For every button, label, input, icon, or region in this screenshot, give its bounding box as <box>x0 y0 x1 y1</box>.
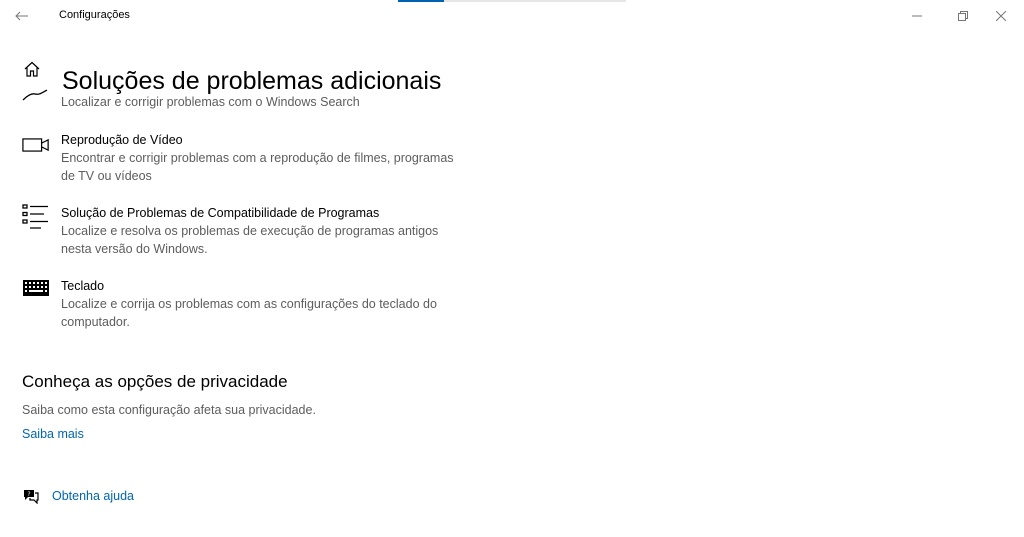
title-bar: Configurações <box>0 0 1024 32</box>
minimize-button[interactable] <box>894 0 940 32</box>
home-icon <box>24 61 40 77</box>
search-chart-icon <box>22 86 50 110</box>
troubleshooter-windows-search[interactable]: Localizar e corrigir problemas com o Win… <box>22 86 462 114</box>
item-description: Localizar e corrigir problemas com o Win… <box>61 95 360 109</box>
troubleshooter-keyboard[interactable]: Teclado Localize e corrija os problemas … <box>22 278 462 332</box>
video-camera-icon <box>22 137 50 161</box>
item-title: Teclado <box>61 279 105 293</box>
item-title: Reprodução de Vídeo <box>61 133 183 147</box>
loading-progress-fill <box>398 0 444 2</box>
item-description: Localize e corrija os problemas com as c… <box>61 297 437 329</box>
minimize-icon <box>912 15 922 17</box>
page-header: Soluções de problemas adicionais <box>22 54 441 95</box>
item-description: Localize e resolva os problemas de execu… <box>61 224 439 256</box>
back-arrow-icon <box>15 11 28 21</box>
item-description: Encontrar e corrigir problemas com a rep… <box>61 151 454 183</box>
list-icon <box>22 202 50 229</box>
help-chat-icon: ? <box>22 488 40 504</box>
troubleshooter-video-playback[interactable]: Reprodução de Vídeo Encontrar e corrigir… <box>22 132 462 186</box>
app-title: Configurações <box>59 9 130 21</box>
home-button[interactable] <box>22 59 42 79</box>
troubleshooter-program-compatibility[interactable]: Solução de Problemas de Compatibilidade … <box>22 202 462 259</box>
learn-more-link[interactable]: Saiba mais <box>22 427 84 441</box>
privacy-heading: Conheça as opções de privacidade <box>22 372 288 391</box>
loading-progress-bar <box>398 0 626 2</box>
back-button[interactable] <box>12 6 32 26</box>
get-help-label: Obtenha ajuda <box>52 489 135 503</box>
svg-text:?: ? <box>27 491 30 498</box>
keyboard-icon <box>22 279 50 303</box>
close-button[interactable] <box>978 0 1024 32</box>
privacy-description: Saiba como esta configuração afeta sua p… <box>22 403 316 417</box>
close-icon <box>996 11 1006 21</box>
get-help-link[interactable]: ? Obtenha ajuda <box>22 488 134 504</box>
item-title: Solução de Problemas de Compatibilidade … <box>61 206 380 220</box>
restore-icon <box>958 11 968 21</box>
